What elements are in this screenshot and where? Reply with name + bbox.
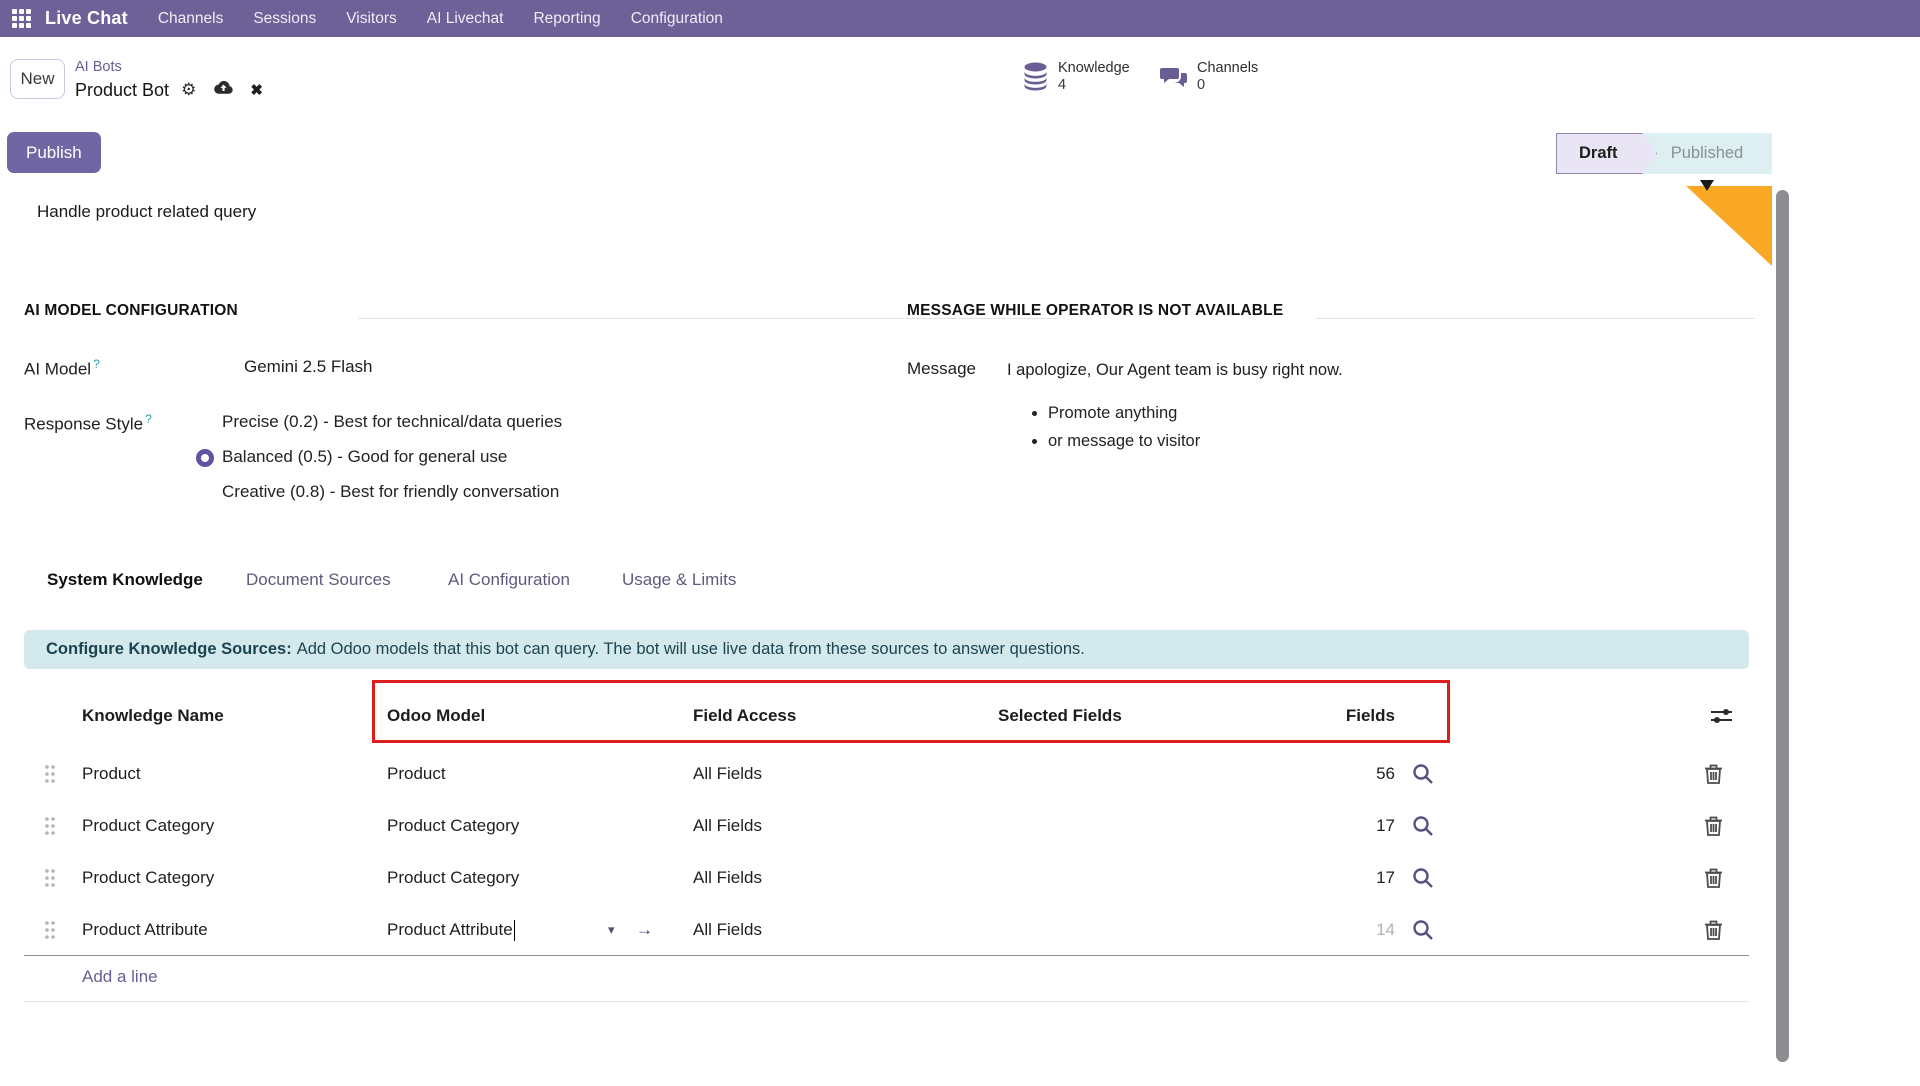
message-text[interactable]: I apologize, Our Agent team is busy righ… <box>1007 361 1343 380</box>
table-row[interactable]: Product Category Product Category All Fi… <box>24 852 1749 904</box>
section-divider <box>1316 318 1755 319</box>
add-a-line-link[interactable]: Add a line <box>82 952 158 1002</box>
tab-system-knowledge[interactable]: System Knowledge <box>47 570 203 590</box>
radio-option-precise[interactable]: Precise (0.2) - Best for technical/data … <box>222 412 562 432</box>
message-bullet: or message to visitor <box>1048 432 1200 451</box>
chevron-down-icon[interactable]: ▾ <box>608 904 615 956</box>
response-style-label: Response Style? <box>24 412 152 435</box>
cloud-save-icon[interactable] <box>212 79 234 101</box>
drag-handle-icon[interactable] <box>44 816 56 841</box>
discard-icon[interactable]: ✖ <box>250 81 263 99</box>
column-header-knowledge-name[interactable]: Knowledge Name <box>82 706 224 726</box>
help-icon[interactable]: ? <box>145 412 152 426</box>
app-name[interactable]: Live Chat <box>45 8 128 29</box>
channels-stat-value: 0 <box>1197 77 1258 94</box>
cell-odoo-model[interactable]: Product <box>387 748 446 800</box>
message-bullet-list[interactable]: Promote anything or message to visitor <box>1048 404 1200 460</box>
info-banner-text: Add Odoo models that this bot can query.… <box>297 640 1085 659</box>
info-banner-bold: Configure Knowledge Sources: <box>46 640 292 659</box>
apps-grid-icon[interactable] <box>12 9 31 28</box>
nav-item-ai-livechat[interactable]: AI Livechat <box>427 10 504 28</box>
cell-fields-count: 17 <box>1280 852 1395 904</box>
nav-item-sessions[interactable]: Sessions <box>253 10 316 28</box>
odoo-model-input[interactable]: Product Attribute <box>387 904 515 956</box>
cell-field-access[interactable]: All Fields <box>693 800 762 852</box>
cell-field-access[interactable]: All Fields <box>693 748 762 800</box>
stat-button-knowledge[interactable]: Knowledge 4 <box>1022 60 1130 94</box>
annotation-red-box <box>372 680 1450 743</box>
nav-item-reporting[interactable]: Reporting <box>533 10 600 28</box>
table-row[interactable]: Product Product All Fields 56 <box>24 748 1749 800</box>
text-caret <box>514 920 516 941</box>
radio-selected-icon[interactable] <box>196 449 214 467</box>
ai-model-value[interactable]: Gemini 2.5 Flash <box>244 357 373 377</box>
table-row[interactable]: Product Category Product Category All Fi… <box>24 800 1749 852</box>
cell-knowledge-name[interactable]: Product Category <box>82 852 214 904</box>
cell-fields-count: 17 <box>1280 800 1395 852</box>
channels-stat-label: Channels <box>1197 60 1258 77</box>
breadcrumb: Product Bot ⚙ ✖ <box>75 79 263 101</box>
vertical-scrollbar[interactable] <box>1776 190 1789 1062</box>
status-draft[interactable]: Draft <box>1556 133 1657 174</box>
cell-odoo-model[interactable]: Product Category <box>387 800 519 852</box>
search-fields-icon[interactable] <box>1412 763 1434 790</box>
optional-columns-icon[interactable] <box>1710 705 1733 732</box>
message-section-title: MESSAGE WHILE OPERATOR IS NOT AVAILABLE <box>907 302 1283 320</box>
mouse-cursor <box>1700 180 1714 191</box>
nav-item-visitors[interactable]: Visitors <box>346 10 397 28</box>
radio-option-balanced[interactable]: Balanced (0.5) - Good for general use <box>222 447 507 467</box>
stat-button-channels[interactable]: Channels 0 <box>1160 60 1258 94</box>
cell-fields-count: 14 <box>1280 904 1395 956</box>
drag-handle-icon[interactable] <box>44 920 56 945</box>
search-fields-icon[interactable] <box>1412 867 1434 894</box>
internal-link-arrow-icon[interactable]: → <box>636 904 653 956</box>
delete-row-icon[interactable] <box>1704 919 1723 946</box>
ai-section-title: AI MODEL CONFIGURATION <box>24 302 238 320</box>
ai-model-label: AI Model? <box>24 357 100 380</box>
delete-row-icon[interactable] <box>1704 867 1723 894</box>
knowledge-stat-value: 4 <box>1058 77 1130 94</box>
drag-handle-icon[interactable] <box>44 868 56 893</box>
tab-usage-limits[interactable]: Usage & Limits <box>622 570 736 590</box>
radio-option-creative[interactable]: Creative (0.8) - Best for friendly conve… <box>222 482 559 502</box>
database-icon <box>1022 62 1049 92</box>
cell-knowledge-name[interactable]: Product <box>82 748 141 800</box>
search-fields-icon[interactable] <box>1412 919 1434 946</box>
message-bullet: Promote anything <box>1048 404 1200 423</box>
tab-ai-configuration[interactable]: AI Configuration <box>448 570 570 590</box>
status-published[interactable]: Published <box>1642 133 1772 174</box>
knowledge-stat-label: Knowledge <box>1058 60 1130 77</box>
chat-bubbles-icon <box>1160 64 1188 90</box>
nav-item-configuration[interactable]: Configuration <box>631 10 723 28</box>
drag-handle-icon[interactable] <box>44 764 56 789</box>
bot-description[interactable]: Handle product related query <box>37 202 256 222</box>
top-navbar: Live Chat Channels Sessions Visitors AI … <box>0 0 1920 37</box>
cell-knowledge-name[interactable]: Product Attribute <box>82 904 208 956</box>
message-label: Message <box>907 359 976 379</box>
cell-odoo-model[interactable]: Product Category <box>387 852 519 904</box>
new-button[interactable]: New <box>10 59 65 99</box>
info-banner: Configure Knowledge Sources: Add Odoo mo… <box>24 630 1749 669</box>
gear-icon[interactable]: ⚙ <box>181 80 196 100</box>
cell-knowledge-name[interactable]: Product Category <box>82 800 214 852</box>
record-title: Product Bot <box>75 80 169 101</box>
tab-document-sources[interactable]: Document Sources <box>246 570 391 590</box>
help-icon[interactable]: ? <box>93 357 100 371</box>
delete-row-icon[interactable] <box>1704 763 1723 790</box>
cell-fields-count: 56 <box>1280 748 1395 800</box>
table-row-editing[interactable]: Product Attribute Product Attribute ▾ → … <box>24 904 1749 956</box>
corner-ribbon <box>1686 186 1772 266</box>
nav-item-channels[interactable]: Channels <box>158 10 224 28</box>
breadcrumb-parent-link[interactable]: AI Bots <box>75 59 122 75</box>
delete-row-icon[interactable] <box>1704 815 1723 842</box>
search-fields-icon[interactable] <box>1412 815 1434 842</box>
add-line-row: Add a line <box>24 952 1749 1002</box>
publish-button[interactable]: Publish <box>7 132 101 173</box>
cell-field-access[interactable]: All Fields <box>693 904 762 956</box>
cell-field-access[interactable]: All Fields <box>693 852 762 904</box>
